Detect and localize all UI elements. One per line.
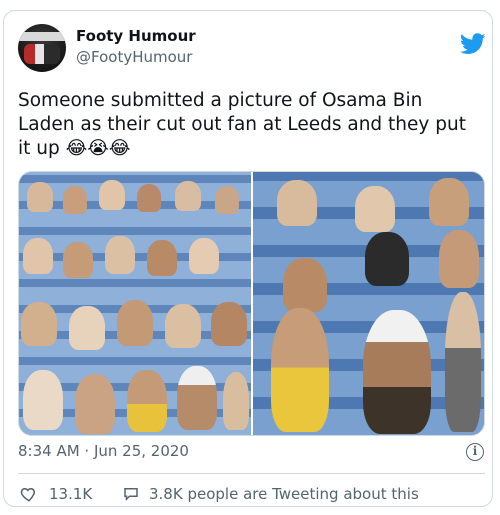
avatar[interactable]: [18, 24, 66, 72]
cutout-fan: [137, 184, 161, 212]
cutout-fan: [23, 370, 63, 430]
cutout-fan-turban: [363, 310, 431, 434]
photo-stands-right[interactable]: [253, 172, 484, 435]
cutout-fan: [63, 186, 87, 214]
cutout-fan: [27, 182, 53, 212]
tweet-text: Someone submitted a picture of Osama Bin…: [18, 90, 466, 159]
cutout-fan: [429, 178, 469, 226]
cutout-fan: [439, 230, 479, 288]
cutout-fan: [23, 238, 53, 274]
photo-stands-left[interactable]: [19, 172, 251, 435]
info-icon[interactable]: i: [466, 443, 484, 461]
cutout-fan: [117, 300, 153, 346]
cutout-fan: [165, 304, 201, 348]
cutout-fan: [69, 306, 105, 350]
avatar-logo-band: [18, 32, 66, 41]
cutout-fan: [99, 180, 125, 210]
cutout-fan: [283, 258, 327, 312]
cutout-fan: [223, 372, 249, 430]
cutout-fan: [365, 232, 409, 286]
heart-icon[interactable]: [20, 485, 38, 503]
like-count[interactable]: 13.1K: [49, 485, 92, 503]
tweet-media[interactable]: [18, 171, 485, 436]
cutout-fan: [189, 238, 219, 274]
cutout-fan-yellow-shirt: [271, 308, 329, 432]
cutout-fan: [63, 242, 93, 278]
author-handle[interactable]: @FootyHumour: [76, 48, 192, 66]
cutout-fan: [147, 240, 177, 276]
tweet-card[interactable]: Footy Humour @FootyHumour Someone submit…: [3, 10, 493, 507]
cutout-fan: [75, 374, 115, 434]
cutout-fan-turban: [177, 366, 217, 430]
cutout-fan-yellow-shirt: [127, 370, 167, 432]
cutout-fan: [175, 181, 201, 211]
cutout-fan: [355, 186, 395, 232]
avatar-players: [24, 44, 60, 64]
cutout-fan: [215, 186, 239, 214]
tweeting-count-link[interactable]: 3.8K people are Tweeting about this: [149, 485, 419, 503]
cutout-fan: [277, 180, 317, 226]
twitter-bird-icon[interactable]: [460, 33, 486, 55]
divider: [18, 473, 485, 474]
cutout-fan: [445, 292, 481, 432]
cutout-fan: [211, 302, 247, 346]
speech-bubble-icon[interactable]: [122, 485, 140, 503]
cutout-fan: [105, 236, 135, 274]
author-name[interactable]: Footy Humour: [76, 27, 196, 45]
tweet-timestamp[interactable]: 8:34 AM · Jun 25, 2020: [18, 442, 189, 460]
cutout-fan: [21, 302, 57, 346]
